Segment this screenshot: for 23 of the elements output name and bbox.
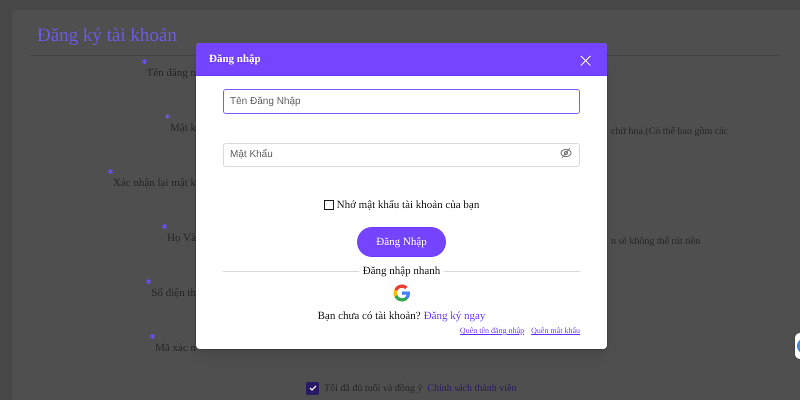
required-asterisk-icon bbox=[146, 278, 152, 284]
eye-off-icon[interactable] bbox=[560, 147, 572, 159]
forgot-link[interactable]: Quên mật khẩu bbox=[531, 325, 580, 337]
checkbox[interactable] bbox=[324, 200, 334, 210]
required-asterisk-icon bbox=[142, 58, 147, 64]
google-icon[interactable] bbox=[392, 284, 410, 302]
required-asterisk-icon bbox=[165, 114, 170, 118]
login-button[interactable]: Đăng Nhập bbox=[357, 227, 446, 257]
close-button[interactable]: × bbox=[577, 50, 594, 70]
signup-link[interactable]: Đăng ký ngay bbox=[424, 308, 486, 324]
check-icon bbox=[308, 384, 316, 392]
checkbox[interactable] bbox=[306, 382, 319, 394]
page-title: Đăng ký tài khoản bbox=[37, 24, 177, 48]
dialog-title: Đăng nhập bbox=[209, 52, 261, 68]
required-asterisk-icon bbox=[162, 224, 168, 228]
required-asterisk-icon bbox=[108, 168, 113, 174]
required-asterisk-icon bbox=[150, 334, 156, 338]
forgot-link[interactable]: Quên tên đăng nhập bbox=[460, 325, 524, 337]
password-field[interactable]: Mật Khẩu bbox=[223, 142, 580, 166]
username-field[interactable]: Tên Đăng Nhập bbox=[223, 89, 580, 114]
divider-label: Đăng nhập nhanh bbox=[362, 264, 440, 279]
signup-prompt: Bạn chưa có tài khoản? bbox=[318, 308, 421, 324]
remember-label: Nhớ mật khẩu tài khoản của bạn bbox=[336, 198, 480, 212]
